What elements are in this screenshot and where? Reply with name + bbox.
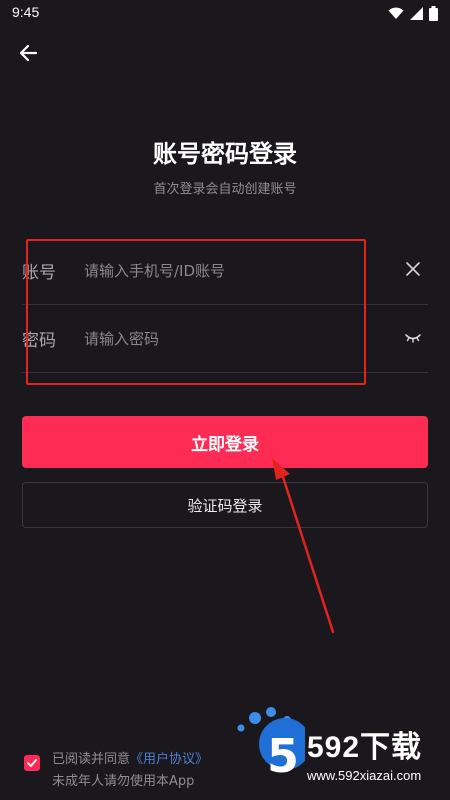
wifi-icon: [388, 7, 404, 19]
arrow-left-icon: [19, 44, 38, 62]
minor-notice: 未成年人请勿使用本App: [52, 774, 195, 789]
clear-button[interactable]: [402, 258, 424, 280]
sms-login-button[interactable]: 验证码登录: [22, 482, 428, 528]
password-field: 密码: [22, 306, 428, 373]
agreement-checkbox[interactable]: [24, 755, 40, 771]
watermark-logo-icon: 5: [237, 707, 305, 783]
checkmark-icon: [27, 759, 37, 767]
page-subtitle: 首次登录会自动创建账号: [153, 182, 297, 197]
watermark: 5 592下载 www.592xiazai.com: [225, 700, 447, 796]
login-button[interactable]: 立即登录: [22, 416, 428, 468]
login-button-label: 立即登录: [191, 434, 259, 455]
status-icons: [388, 6, 438, 21]
eye-closed-icon: [405, 334, 421, 343]
account-input[interactable]: [82, 252, 376, 290]
back-button[interactable]: [16, 40, 42, 66]
password-label: 密码: [22, 331, 56, 351]
signal-icon: [410, 7, 423, 20]
svg-text:5: 5: [267, 729, 299, 783]
sms-login-button-label: 验证码登录: [187, 496, 263, 515]
close-icon: [406, 262, 420, 276]
account-field: 账号: [22, 238, 428, 305]
annotation-arrow: [272, 458, 335, 634]
password-input[interactable]: [82, 320, 376, 358]
status-bar: 9:45: [0, 0, 450, 26]
watermark-brand: 592下载: [307, 731, 423, 764]
agreement-prefix: 已阅读并同意: [52, 752, 131, 767]
account-label: 账号: [22, 263, 56, 283]
password-visibility-toggle[interactable]: [402, 326, 424, 348]
agreement-text: 已阅读并同意《用户协议》: [52, 748, 208, 767]
page-title: 账号密码登录: [153, 140, 297, 168]
status-time: 9:45: [12, 4, 40, 20]
user-agreement-link[interactable]: 《用户协议》: [130, 752, 208, 767]
battery-icon: [429, 6, 438, 21]
watermark-url: www.592xiazai.com: [307, 768, 422, 783]
